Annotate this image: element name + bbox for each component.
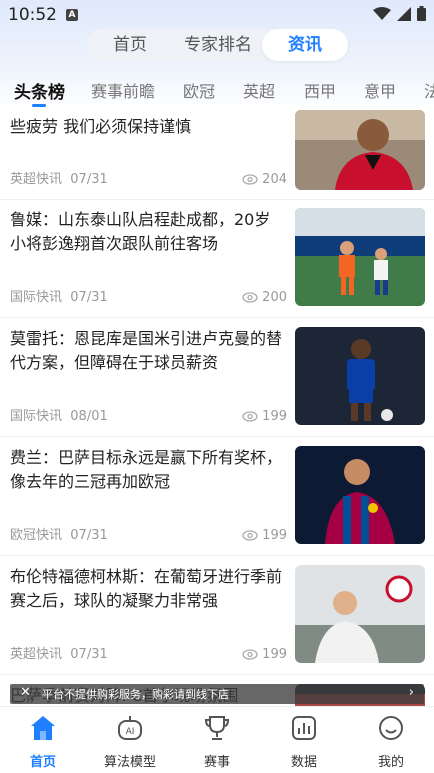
segment-home[interactable]: 首页 — [86, 29, 174, 61]
ai-robot-icon: AI — [118, 716, 142, 740]
news-title: 费兰：巴萨目标永远是赢下所有奖杯，像去年的三冠再加欧冠 — [10, 448, 283, 491]
svg-text:AI: AI — [126, 727, 135, 737]
profile-icon — [379, 716, 403, 740]
views-number: 199 — [262, 647, 287, 662]
chevron-right-icon[interactable]: › — [409, 685, 414, 700]
tab-laliga[interactable]: 西甲 — [304, 78, 336, 102]
tab-ucl[interactable]: 欧冠 — [183, 78, 215, 102]
nav-label: 赛事 — [203, 755, 230, 770]
news-source: 国际快讯 — [10, 290, 63, 305]
news-meta: 英超快讯 07/31 — [10, 643, 108, 662]
close-icon[interactable]: ✕ — [20, 685, 31, 700]
news-item[interactable]: 鲁媒：山东泰山队启程赴成都，20岁小将彭逸翔首次跟队前往客场 国际快讯 07/3… — [0, 200, 434, 318]
news-item[interactable]: 些疲劳 我们必须保持谨慎 英超快讯 07/31 204 — [0, 110, 434, 200]
bottom-navigation: 首页 AI 算法模型 赛事 数据 我的 — [0, 706, 434, 773]
eye-icon — [242, 411, 258, 422]
nav-label: 我的 — [377, 755, 404, 770]
news-title: 布伦特福德柯林斯：在葡萄牙进行季前赛之后，球队的凝聚力非常强 — [10, 567, 283, 610]
tab-ligue1[interactable]: 法 — [424, 78, 434, 102]
football-match-photo-icon — [295, 208, 425, 306]
news-title: 莫雷托：恩昆库是国米引进卢克曼的替代方案，但障碍在于球员薪资 — [10, 329, 283, 372]
tab-epl[interactable]: 英超 — [243, 78, 275, 102]
news-thumbnail — [295, 208, 425, 306]
news-date: 07/31 — [70, 528, 108, 543]
view-count: 199 — [242, 409, 287, 424]
news-item[interactable]: 费兰：巴萨目标永远是赢下所有奖杯，像去年的三冠再加欧冠 欧冠快讯 07/31 1… — [0, 438, 434, 556]
news-thumbnail — [295, 565, 425, 663]
segment-expert-ranking[interactable]: 专家排名 — [174, 29, 262, 61]
news-feed[interactable]: 些疲劳 我们必须保持谨慎 英超快讯 07/31 204 鲁媒：山东泰山队启程赴成… — [0, 110, 434, 710]
news-date: 07/31 — [70, 647, 108, 662]
sim-notification-icon: A — [66, 9, 78, 21]
nav-label: 数据 — [290, 755, 317, 770]
news-thumbnail — [295, 446, 425, 544]
news-source: 欧冠快讯 — [10, 528, 63, 543]
chelsea-player-photo-icon — [295, 327, 425, 425]
news-thumbnail — [295, 327, 425, 425]
status-bar: 10:52 A — [0, 0, 434, 30]
eye-icon — [242, 292, 258, 303]
news-source: 英超快讯 — [10, 172, 63, 187]
nav-label: 算法模型 — [103, 755, 156, 770]
news-meta: 英超快讯 07/31 — [10, 168, 108, 187]
news-item[interactable]: 布伦特福德柯林斯：在葡萄牙进行季前赛之后，球队的凝聚力非常强 英超快讯 07/3… — [0, 557, 434, 675]
news-title: 鲁媒：山东泰山队启程赴成都，20岁小将彭逸翔首次跟队前往客场 — [10, 210, 271, 253]
battery-icon — [417, 6, 426, 21]
nav-algorithm-model[interactable]: AI 算法模型 — [87, 713, 173, 770]
barcelona-player-photo-icon — [295, 446, 425, 544]
news-title: 些疲劳 我们必须保持谨慎 — [10, 117, 192, 136]
views-number: 199 — [262, 409, 287, 424]
nav-home[interactable]: 首页 — [0, 713, 86, 770]
eye-icon — [242, 649, 258, 660]
eye-icon — [242, 174, 258, 185]
tab-headline[interactable]: 头条榜 — [14, 78, 65, 103]
status-icons — [373, 6, 426, 21]
active-tab-indicator — [32, 104, 46, 107]
disclaimer-banner[interactable]: ✕ 平台不提供购彩服务，购彩请到线下店 › — [10, 684, 424, 704]
news-date: 08/01 — [70, 409, 108, 424]
man-utd-coach-photo-icon — [295, 110, 425, 190]
tab-seriea[interactable]: 意甲 — [364, 78, 396, 102]
brentford-player-photo-icon — [295, 565, 425, 663]
news-date: 07/31 — [70, 172, 108, 187]
segment-news[interactable]: 资讯 — [262, 29, 348, 61]
signal-icon — [397, 6, 411, 21]
news-thumbnail — [295, 110, 425, 190]
nav-events[interactable]: 赛事 — [174, 713, 260, 770]
trophy-icon — [204, 716, 230, 740]
view-count: 199 — [242, 647, 287, 662]
news-meta: 国际快讯 08/01 — [10, 405, 108, 424]
top-segment-control: 首页 专家排名 资讯 — [86, 29, 348, 61]
news-source: 国际快讯 — [10, 409, 63, 424]
news-meta: 国际快讯 07/31 — [10, 286, 108, 305]
view-count: 199 — [242, 528, 287, 543]
views-number: 200 — [262, 290, 287, 305]
nav-label: 首页 — [29, 755, 56, 770]
eye-icon — [242, 530, 258, 541]
views-number: 199 — [262, 528, 287, 543]
banner-text: 平台不提供购彩服务，购彩请到线下店 — [42, 688, 229, 701]
data-chart-icon — [292, 716, 316, 740]
tab-preview[interactable]: 赛事前瞻 — [91, 78, 155, 102]
views-number: 204 — [262, 172, 287, 187]
news-item[interactable]: 莫雷托：恩昆库是国米引进卢克曼的替代方案，但障碍在于球员薪资 国际快讯 08/0… — [0, 319, 434, 437]
home-icon — [31, 716, 55, 740]
view-count: 200 — [242, 290, 287, 305]
status-time: 10:52 — [8, 5, 57, 25]
view-count: 204 — [242, 172, 287, 187]
wifi-icon — [373, 6, 391, 20]
news-meta: 欧冠快讯 07/31 — [10, 524, 108, 543]
news-date: 07/31 — [70, 290, 108, 305]
category-tabs: 头条榜 赛事前瞻 欧冠 英超 西甲 意甲 法 — [0, 74, 434, 108]
nav-data[interactable]: 数据 — [261, 713, 347, 770]
nav-profile[interactable]: 我的 — [348, 713, 434, 770]
news-source: 英超快讯 — [10, 647, 63, 662]
